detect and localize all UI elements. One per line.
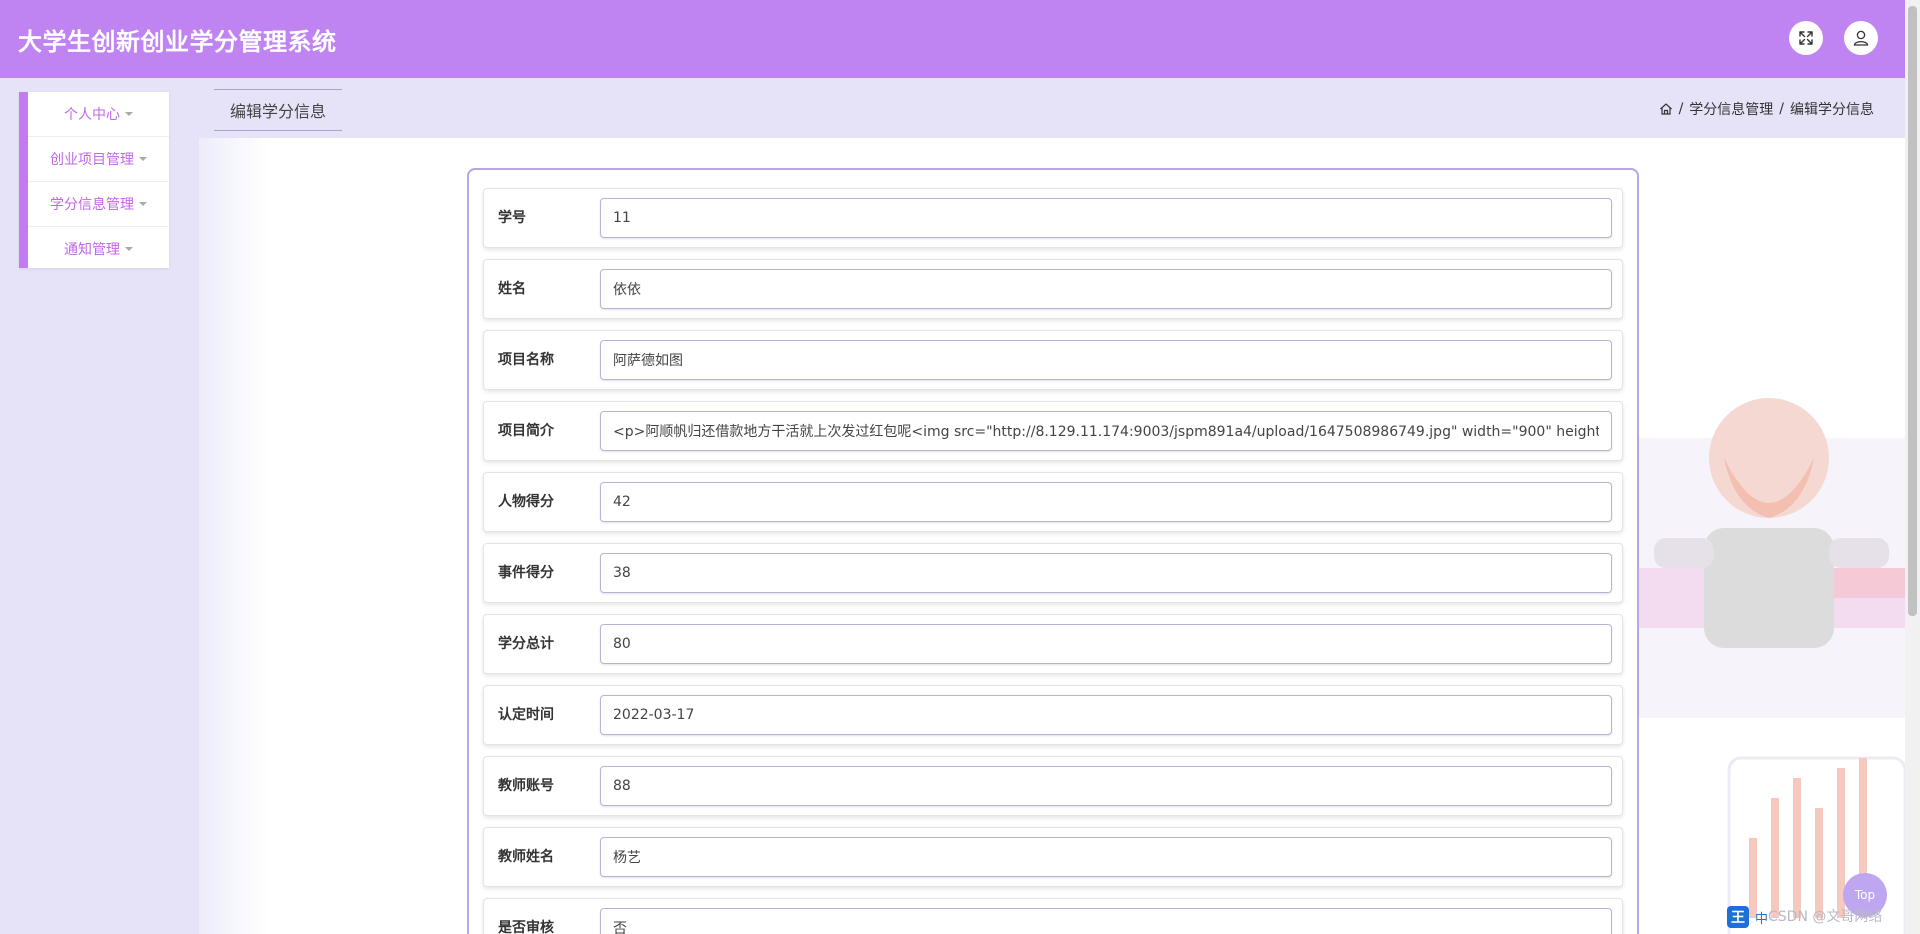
form-row-project-intro: 项目简介: [483, 401, 1623, 461]
ime-toolbar[interactable]: 王 中: [1727, 905, 1768, 929]
form-row-teacher-name: 教师姓名: [483, 827, 1623, 887]
top-header: 大学生创新创业学分管理系统: [0, 0, 1905, 78]
app-title: 大学生创新创业学分管理系统: [18, 28, 337, 56]
student-id-field[interactable]: [600, 198, 1612, 238]
teacher-account-label: 教师账号: [498, 778, 554, 794]
sidebar-item-credit-management[interactable]: 学分信息管理: [28, 182, 169, 227]
form-row-teacher-account: 教师账号: [483, 756, 1623, 816]
review-status-field[interactable]: [600, 908, 1612, 934]
teacher-name-label: 教师姓名: [498, 849, 554, 865]
breadcrumb-bar: 编辑学分信息 / 学分信息管理 / 编辑学分信息: [199, 78, 1905, 138]
form-row-review-status: 是否审核: [483, 898, 1623, 934]
background-shade: [199, 138, 269, 934]
credit-total-label: 学分总计: [498, 636, 554, 652]
user-button[interactable]: [1844, 21, 1878, 55]
expand-icon: [1799, 31, 1813, 45]
caret-down-icon: [125, 112, 133, 116]
event-score-label: 事件得分: [498, 565, 554, 581]
project-intro-field[interactable]: [600, 411, 1612, 451]
sidebar: 个人中心 创业项目管理 学分信息管理 通知管理: [19, 92, 169, 268]
breadcrumb-item-current: 编辑学分信息: [1790, 102, 1874, 118]
sidebar-item-label: 个人中心: [64, 107, 120, 123]
caret-down-icon: [139, 157, 147, 161]
sidebar-item-project-management[interactable]: 创业项目管理: [28, 137, 169, 182]
caret-down-icon: [125, 247, 133, 251]
name-field[interactable]: [600, 269, 1612, 309]
caret-down-icon: [139, 202, 147, 206]
event-score-field[interactable]: [600, 553, 1612, 593]
breadcrumb-item-credit-management[interactable]: 学分信息管理: [1689, 99, 1773, 119]
ime-logo-icon: 王: [1727, 906, 1749, 928]
scrollbar-thumb[interactable]: [1908, 6, 1917, 616]
teacher-name-field[interactable]: [600, 837, 1612, 877]
sidebar-item-label: 通知管理: [64, 242, 120, 258]
ime-mode-label[interactable]: 中: [1755, 908, 1768, 927]
form-row-credit-total: 学分总计: [483, 614, 1623, 674]
project-name-field[interactable]: [600, 340, 1612, 380]
user-icon: [1853, 30, 1869, 46]
home-icon[interactable]: [1659, 102, 1673, 116]
form-row-event-score: 事件得分: [483, 543, 1623, 603]
credit-total-field[interactable]: [600, 624, 1612, 664]
sidebar-item-label: 创业项目管理: [50, 152, 134, 168]
main-content: 学号 姓名 项目名称 项目简介 人物得分 事件得分 学分总计 认定时间: [199, 138, 1905, 934]
page-title-tab[interactable]: 编辑学分信息: [214, 89, 343, 131]
project-name-label: 项目名称: [498, 352, 554, 368]
form-row-project-name: 项目名称: [483, 330, 1623, 390]
breadcrumb: / 学分信息管理 / 编辑学分信息: [1659, 99, 1874, 119]
breadcrumb-separator: /: [1678, 101, 1684, 117]
teacher-account-field[interactable]: [600, 766, 1612, 806]
review-status-label: 是否审核: [498, 920, 554, 934]
watermark: CSDN @文哥网络: [1768, 909, 1883, 925]
person-score-field[interactable]: [600, 482, 1612, 522]
student-id-label: 学号: [498, 210, 526, 226]
edit-credit-form: 学号 姓名 项目名称 项目简介 人物得分 事件得分 学分总计 认定时间: [467, 168, 1639, 934]
sidebar-item-label: 学分信息管理: [50, 197, 134, 213]
form-row-person-score: 人物得分: [483, 472, 1623, 532]
recognition-date-label: 认定时间: [498, 707, 554, 723]
breadcrumb-separator: /: [1779, 101, 1784, 117]
sidebar-item-notice-management[interactable]: 通知管理: [28, 227, 169, 271]
fullscreen-button[interactable]: [1789, 21, 1823, 55]
person-score-label: 人物得分: [498, 494, 554, 510]
page-scrollbar[interactable]: [1905, 0, 1920, 934]
recognition-date-field[interactable]: [600, 695, 1612, 735]
form-row-student-id: 学号: [483, 188, 1623, 248]
name-label: 姓名: [498, 281, 526, 297]
sidebar-item-personal-center[interactable]: 个人中心: [28, 92, 169, 137]
project-intro-label: 项目简介: [498, 423, 554, 439]
form-row-recognition-date: 认定时间: [483, 685, 1623, 745]
form-row-name: 姓名: [483, 259, 1623, 319]
